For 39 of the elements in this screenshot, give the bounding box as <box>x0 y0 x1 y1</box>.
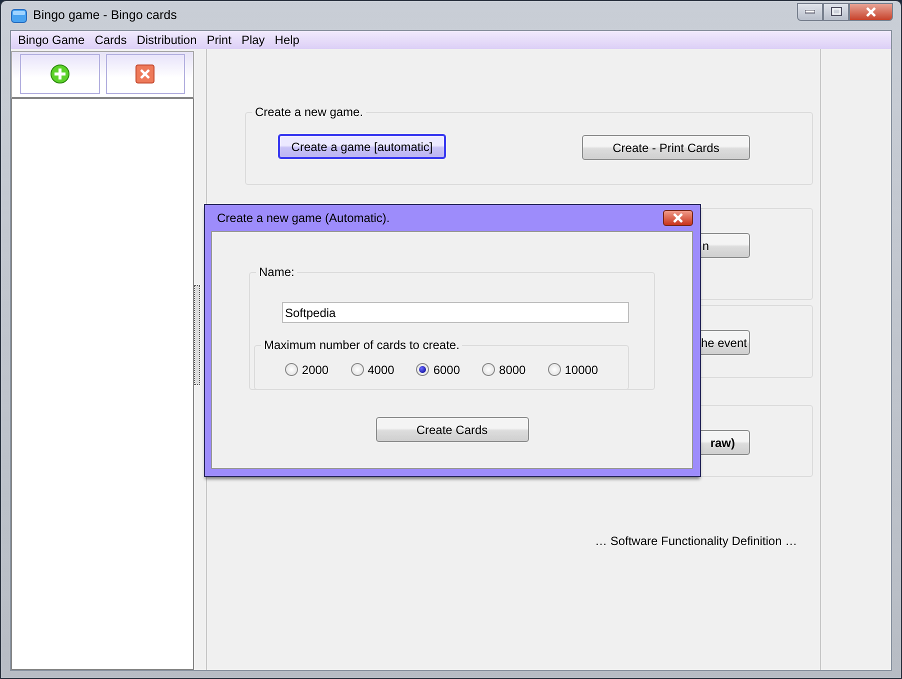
splitter-handle[interactable] <box>194 284 200 384</box>
plus-icon <box>50 64 70 84</box>
close-button[interactable] <box>849 2 893 20</box>
radio-button[interactable] <box>416 363 430 376</box>
dialog-title: Create a new game (Automatic). <box>217 210 390 227</box>
create-cards-button[interactable]: Create Cards <box>376 417 528 442</box>
radio-label: 4000 <box>368 362 394 378</box>
menu-item[interactable]: Print <box>202 31 236 49</box>
delete-icon <box>135 64 156 84</box>
close-icon <box>672 213 684 223</box>
radio-label: 10000 <box>564 362 598 378</box>
radio-button[interactable] <box>548 363 561 376</box>
menu-item[interactable]: Bingo Game <box>13 31 90 49</box>
minimize-button[interactable] <box>797 2 823 20</box>
action-button[interactable]: Create a game [automatic] <box>278 134 446 159</box>
radio-label: 6000 <box>433 362 460 378</box>
footer-text: … Software Functionality Definition … <box>595 533 798 550</box>
close-button[interactable] <box>663 210 693 226</box>
name-field[interactable]: Softpedia <box>282 302 629 323</box>
close-icon <box>865 6 877 16</box>
menu-item[interactable]: Play <box>236 31 270 49</box>
menu-item[interactable]: Distribution <box>132 31 202 49</box>
window-title: Bingo game - Bingo cards <box>33 7 177 24</box>
group-label: Create a new game. <box>252 105 366 119</box>
action-button[interactable]: Create - Print Cards <box>582 135 750 160</box>
group-label: Name: <box>256 265 298 279</box>
delete-button[interactable] <box>106 54 185 94</box>
menu-item[interactable]: Cards <box>90 31 132 49</box>
radio-label: 2000 <box>302 362 329 378</box>
radio-label: 8000 <box>499 362 526 378</box>
group-label: Maximum number of cards to create. <box>261 338 462 352</box>
window-app-icon <box>11 8 27 22</box>
radio-button[interactable] <box>482 363 496 376</box>
maximize-button[interactable] <box>823 2 849 20</box>
radio-button[interactable] <box>350 363 364 376</box>
radio-button[interactable] <box>284 363 298 376</box>
maximize-icon <box>830 7 842 16</box>
menu-item[interactable]: Help <box>270 31 304 49</box>
minimize-icon <box>805 10 815 14</box>
